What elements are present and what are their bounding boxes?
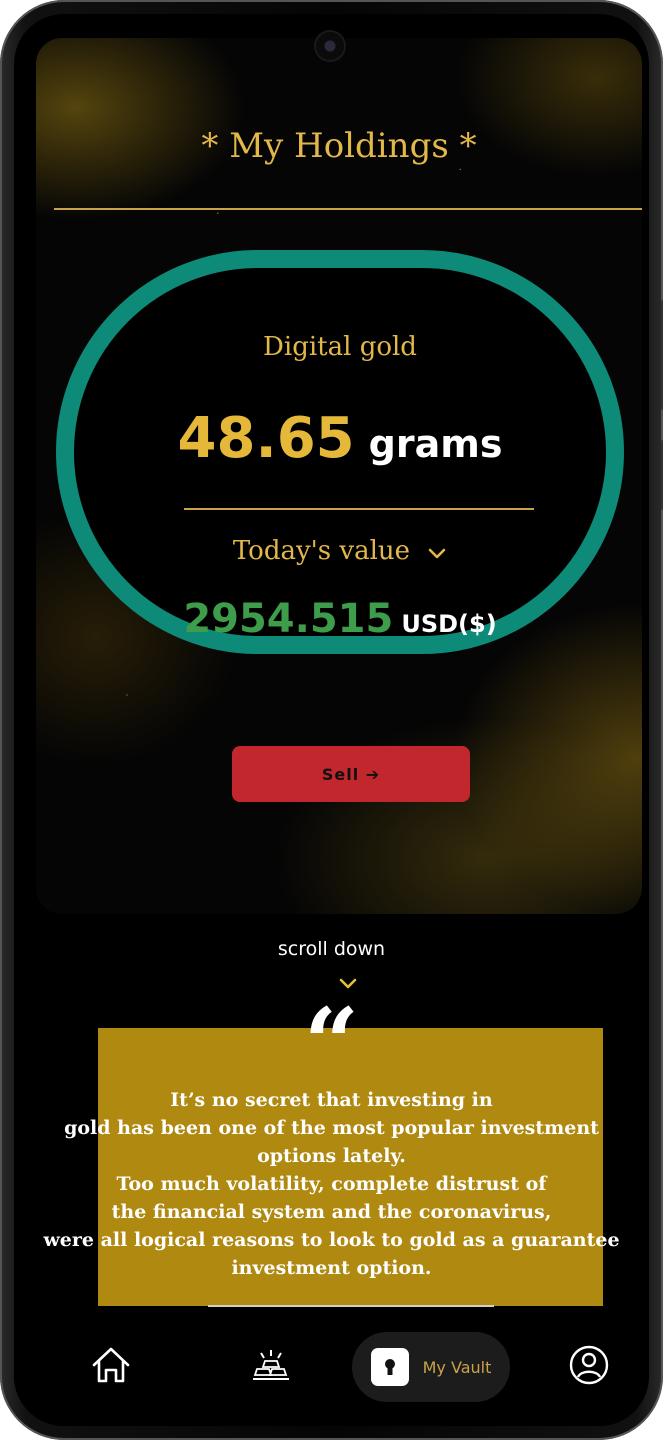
quote-mark-icon: “	[303, 987, 360, 1100]
grams-value: 48.65	[177, 406, 355, 471]
quote-line: options lately.	[257, 1145, 406, 1167]
nav-profile[interactable]	[564, 1332, 614, 1402]
usd-value: 2954.515	[183, 596, 394, 642]
nav-gold[interactable]	[246, 1332, 296, 1402]
quote-line: gold has been one of the most popular in…	[64, 1117, 599, 1139]
gold-bars-icon	[250, 1348, 292, 1386]
quote-line: investment option.	[231, 1257, 432, 1279]
screen: * My Holdings * Digital gold 48.65 grams …	[14, 14, 649, 1426]
holding-summary: Digital gold 48.65 grams Today's value 29…	[56, 250, 624, 654]
quote-line: the financial system and the coronavirus…	[111, 1201, 552, 1223]
todays-value-label: Today's value	[232, 536, 411, 566]
quote-line: Too much volatility, complete distrust o…	[116, 1173, 547, 1195]
vault-icon	[370, 1348, 409, 1386]
quote-text: It’s no secret that investing in gold ha…	[14, 1086, 649, 1282]
title-divider	[54, 208, 642, 210]
profile-icon	[568, 1344, 610, 1390]
bottom-navigation: My Vault	[14, 1306, 649, 1426]
product-label: Digital gold	[263, 332, 417, 362]
scroll-down-label: scroll down	[277, 938, 386, 960]
grams-unit: grams	[368, 422, 503, 466]
front-camera	[316, 32, 344, 60]
usd-value-row: 2954.515 USD($)	[74, 596, 606, 642]
quote-underline	[208, 1305, 494, 1307]
todays-value-toggle[interactable]: Today's value	[74, 536, 606, 566]
grams-row: 48.65 grams	[74, 406, 606, 471]
value-divider	[184, 508, 534, 510]
nav-home[interactable]	[86, 1332, 136, 1402]
phone-frame: * My Holdings * Digital gold 48.65 grams …	[0, 0, 663, 1440]
quote-line: were all logical reasons to look to gold…	[43, 1229, 620, 1251]
home-icon	[90, 1345, 132, 1389]
page-title: * My Holdings *	[201, 126, 477, 166]
holdings-card: * My Holdings * Digital gold 48.65 grams …	[36, 38, 642, 914]
chevron-down-icon[interactable]	[427, 545, 447, 564]
usd-unit: USD($)	[401, 610, 497, 638]
nav-my-vault-label: My Vault	[422, 1357, 492, 1377]
nav-my-vault[interactable]: My Vault	[352, 1332, 510, 1402]
quote-line: It’s no secret that investing in	[170, 1089, 493, 1111]
sell-button[interactable]: Sell ➔	[232, 746, 470, 802]
